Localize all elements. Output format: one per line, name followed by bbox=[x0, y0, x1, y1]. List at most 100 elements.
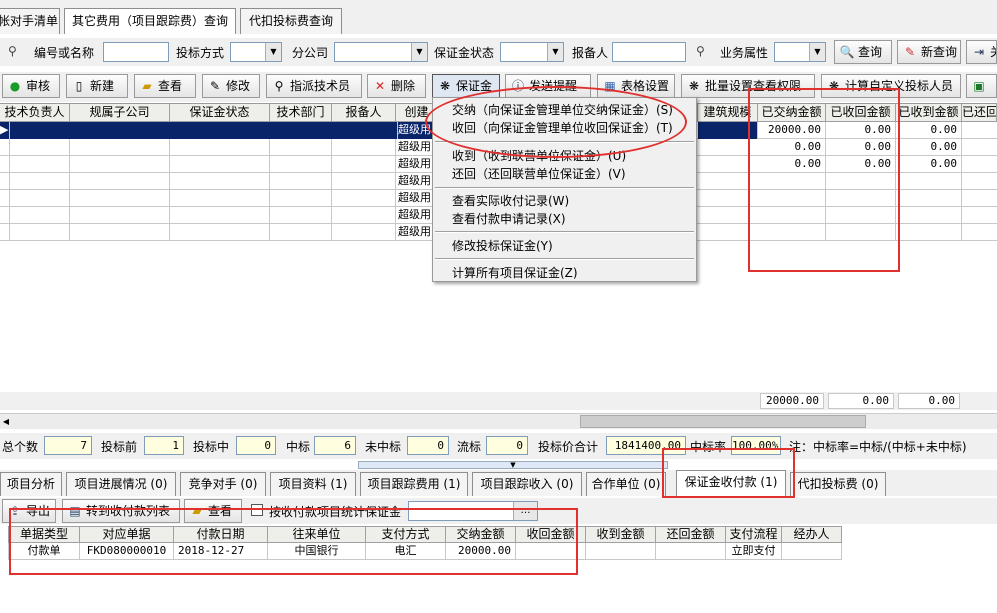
bid-method-select[interactable]: ▼ bbox=[230, 42, 282, 62]
cell bbox=[10, 224, 70, 241]
col-header-reporter[interactable]: 报备人 bbox=[332, 104, 396, 122]
chevron-down-icon: ▼ bbox=[265, 43, 281, 61]
code-input[interactable] bbox=[103, 42, 169, 62]
col-header-given-back[interactable]: 已还回 bbox=[962, 104, 997, 122]
tab-tracking-costs[interactable]: 项目跟踪费用 (1) bbox=[360, 472, 468, 496]
deposit-icon: ❋ bbox=[439, 79, 451, 93]
cell bbox=[270, 139, 332, 156]
menu-item-view-payment-requests[interactable]: 查看付款申请记录(X) bbox=[452, 211, 566, 227]
search-icon: 🔍 bbox=[839, 45, 855, 59]
tab-withheld-bid-fee[interactable]: 代扣投标费 (0) bbox=[790, 472, 886, 496]
horizontal-scrollbar[interactable]: ◀ bbox=[0, 413, 997, 429]
cell bbox=[270, 224, 332, 241]
received-cell bbox=[896, 173, 962, 190]
excel-export-button[interactable]: ▣ bbox=[966, 74, 997, 98]
total-paid: 20000.00 bbox=[760, 393, 824, 409]
cell bbox=[10, 173, 70, 190]
win-rate-note: 注：中标率=中标/(中标+未中标) bbox=[789, 440, 967, 454]
total-returned: 0.00 bbox=[828, 393, 894, 409]
col-header-handler[interactable]: 经办人 bbox=[782, 526, 842, 543]
tab-withheld-bid-fee-query[interactable]: 代扣投标费查询 bbox=[240, 8, 342, 34]
reporter-input[interactable] bbox=[612, 42, 686, 62]
bottom-tab-bar: 项目分析 项目进展情况 (0) 竞争对手 (0) 项目资料 (1) 项目跟踪费用… bbox=[0, 470, 997, 496]
eraser-icon: ✎ bbox=[904, 45, 916, 59]
cell bbox=[270, 190, 332, 207]
row-pointer-icon: ▶ bbox=[0, 122, 10, 139]
tab-competitors[interactable]: 竞争对手 (0) bbox=[180, 472, 266, 496]
col-header-received-amount[interactable]: 收到金额 bbox=[586, 526, 656, 543]
cell bbox=[70, 173, 170, 190]
assign-tech-button[interactable]: ⚲ 指派技术员 bbox=[266, 74, 362, 98]
received-cell: 0.00 bbox=[896, 122, 962, 139]
tab-progress[interactable]: 项目进展情况 (0) bbox=[66, 472, 176, 496]
scroll-thumb[interactable] bbox=[580, 415, 866, 428]
annotation-box-deposit-tab bbox=[662, 448, 795, 498]
excel-icon: ▣ bbox=[973, 79, 985, 93]
cell bbox=[170, 173, 270, 190]
col-header-pay-flow[interactable]: 支付流程 bbox=[726, 526, 782, 543]
stats-bar: 总个数 7 投标前 1 投标中 0 中标 6 未中标 0 流标 0 投标价合计 … bbox=[0, 433, 997, 459]
tab-project-analysis[interactable]: 项目分析 bbox=[0, 472, 62, 496]
bidding-label: 投标中 bbox=[193, 440, 230, 454]
tab-project-docs[interactable]: 项目资料 (1) bbox=[270, 472, 356, 496]
tab-partners[interactable]: 合作单位 (0) bbox=[586, 472, 666, 496]
tab-other-fees-query[interactable]: 其它费用（项目跟踪费）查询 bbox=[64, 8, 236, 34]
branch-select[interactable]: ▼ bbox=[334, 42, 428, 62]
deposit-status-select[interactable]: ▼ bbox=[500, 42, 564, 62]
query-button[interactable]: 🔍 查询 bbox=[834, 40, 892, 64]
payment-received-amount bbox=[586, 543, 656, 560]
total-label: 总个数 bbox=[2, 440, 39, 454]
annotation-oval-deposit-menu bbox=[425, 86, 687, 158]
delete-button[interactable]: ✕ 删除 bbox=[367, 74, 426, 98]
col-header-deposit-status[interactable]: 保证金状态 bbox=[170, 104, 270, 122]
chevron-down-icon: ▼ bbox=[547, 43, 563, 61]
tab-counterparty-list[interactable]: 帐对手清单 bbox=[0, 8, 60, 34]
total-count: 7 bbox=[44, 436, 92, 455]
col-header-tech-lead[interactable]: 技术负责人 bbox=[0, 104, 70, 122]
cell bbox=[332, 190, 396, 207]
col-header-subsidiary[interactable]: 规属子公司 bbox=[70, 104, 170, 122]
annotation-box-amount-columns bbox=[748, 88, 900, 272]
menu-item-edit-bid-deposit[interactable]: 修改投标保证金(Y) bbox=[452, 238, 553, 254]
pre-bid-label: 投标前 bbox=[101, 440, 138, 454]
tab-tracking-income[interactable]: 项目跟踪收入 (0) bbox=[472, 472, 582, 496]
bidding-count: 0 bbox=[236, 436, 276, 455]
menu-item-calc-all-deposits[interactable]: 计算所有项目保证金(Z) bbox=[452, 265, 578, 281]
payment-given-back-amount bbox=[656, 543, 726, 560]
edit-button[interactable]: ✎ 修改 bbox=[202, 74, 260, 98]
scroll-left-icon[interactable]: ◀ bbox=[0, 415, 12, 428]
menu-separator bbox=[435, 187, 694, 189]
new-query-button[interactable]: ✎ 新查询 bbox=[897, 40, 961, 64]
deposit-status-label: 保证金状态 bbox=[434, 46, 495, 60]
won-label: 中标 bbox=[286, 440, 311, 454]
failed-label: 流标 bbox=[457, 440, 482, 454]
payment-flow: 立即支付 bbox=[726, 543, 782, 560]
top-tab-bar: 帐对手清单 其它费用（项目跟踪费）查询 代扣投标费查询 bbox=[0, 0, 997, 34]
row-handle bbox=[0, 207, 10, 224]
bid-price-label: 投标价合计 bbox=[538, 440, 599, 454]
col-header-received[interactable]: 已收到金额 bbox=[896, 104, 962, 122]
cell bbox=[170, 156, 270, 173]
received-cell bbox=[896, 207, 962, 224]
biz-attr-select[interactable]: ▼ bbox=[774, 42, 826, 62]
audit-button[interactable]: ● 审核 bbox=[2, 74, 60, 98]
filter-bar: ⚲ 编号或名称 投标方式 ▼ 分公司 ▼ 保证金状态 ▼ 报备人 ⚲ 业务属性 … bbox=[0, 38, 997, 66]
col-header-tech-dept[interactable]: 技术部门 bbox=[270, 104, 332, 122]
menu-item-view-actual-records[interactable]: 查看实际收付记录(W) bbox=[452, 193, 569, 209]
received-cell: 0.00 bbox=[896, 139, 962, 156]
filter-key-icon: ⚲ bbox=[8, 44, 17, 58]
cell bbox=[332, 224, 396, 241]
cell bbox=[170, 139, 270, 156]
cell bbox=[170, 190, 270, 207]
splitter-handle[interactable]: ▼ bbox=[358, 461, 668, 469]
view-button[interactable]: ▰ 查看 bbox=[134, 74, 196, 98]
cell bbox=[332, 173, 396, 190]
new-button[interactable]: ▯ 新建 bbox=[66, 74, 128, 98]
biz-attr-label: 业务属性 bbox=[720, 46, 769, 60]
code-label: 编号或名称 bbox=[34, 46, 95, 60]
cell bbox=[332, 139, 396, 156]
close-button[interactable]: ⇥关 bbox=[966, 40, 997, 64]
col-header-given-back-amount[interactable]: 还回金额 bbox=[656, 526, 726, 543]
menu-item-return-partner-deposit[interactable]: 还回（还回联营单位保证金）(V) bbox=[452, 166, 626, 182]
cell bbox=[170, 224, 270, 241]
